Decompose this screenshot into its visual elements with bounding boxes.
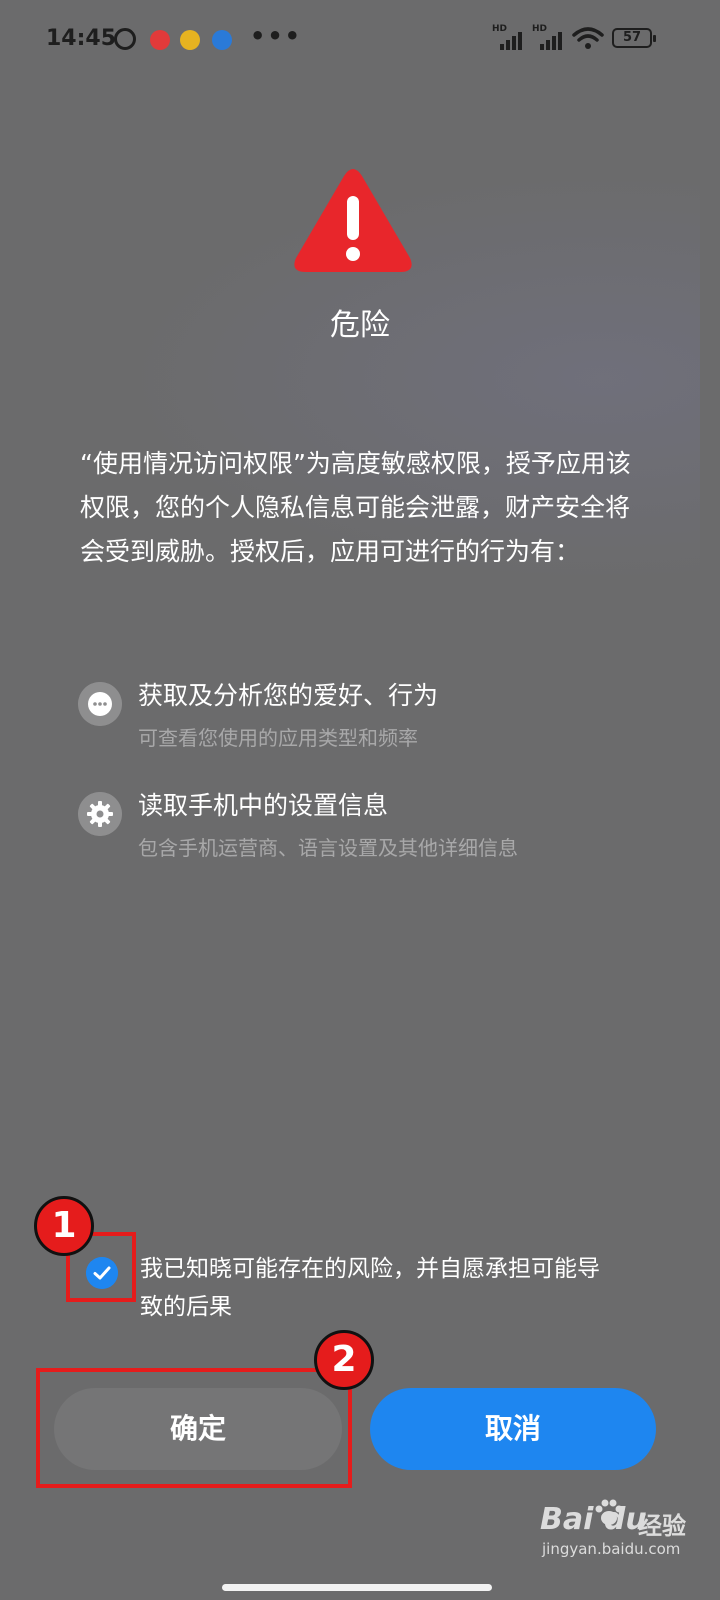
status-time: 14:45	[46, 26, 117, 51]
annotation-badge-1: 1	[34, 1196, 94, 1256]
status-bar: 14:45 ••• HD HD 57	[0, 0, 720, 78]
app-icon-blue	[212, 30, 232, 50]
wifi-icon	[572, 27, 604, 49]
annotation-box-confirm	[36, 1368, 352, 1488]
hd-label: HD	[492, 24, 508, 34]
gear-icon	[78, 792, 122, 836]
warning-triangle-icon	[294, 169, 412, 272]
paw-icon	[595, 1499, 623, 1525]
permission-item-title: 读取手机中的设置信息	[138, 791, 389, 820]
app-icon-yellow	[180, 30, 200, 50]
watermark-cn: 经验	[638, 1512, 686, 1540]
home-indicator[interactable]	[222, 1584, 492, 1591]
permission-item-subtitle: 包含手机运营商、语言设置及其他详细信息	[138, 836, 518, 860]
dialog-title: 危险	[330, 308, 390, 343]
chat-bubble-icon	[78, 682, 122, 726]
watermark-url: jingyan.baidu.com	[542, 1540, 681, 1558]
app-icon-red	[150, 30, 170, 50]
annotation-badge-2: 2	[314, 1330, 374, 1390]
battery-icon: 57	[612, 28, 656, 48]
permission-item-subtitle: 可查看您使用的应用类型和频率	[138, 726, 418, 750]
more-dots-icon: •••	[250, 22, 303, 50]
permission-item-title: 获取及分析您的爱好、行为	[138, 681, 439, 710]
hd-label: HD	[532, 24, 548, 34]
signal-icon: HD	[532, 24, 568, 50]
baidu-watermark: Bai du 经验 jingyan.baidu.com	[540, 1496, 710, 1560]
signal-icon: HD	[492, 24, 528, 50]
dialog-description: “使用情况访问权限”为高度敏感权限，授予应用该权限，您的个人隐私信息可能会泄露，…	[80, 449, 631, 566]
cancel-button[interactable]: 取消	[370, 1388, 656, 1470]
alarm-icon	[114, 28, 136, 50]
checkbox-label[interactable]: 我已知晓可能存在的风险，并自愿承担可能导致的后果	[140, 1250, 620, 1326]
